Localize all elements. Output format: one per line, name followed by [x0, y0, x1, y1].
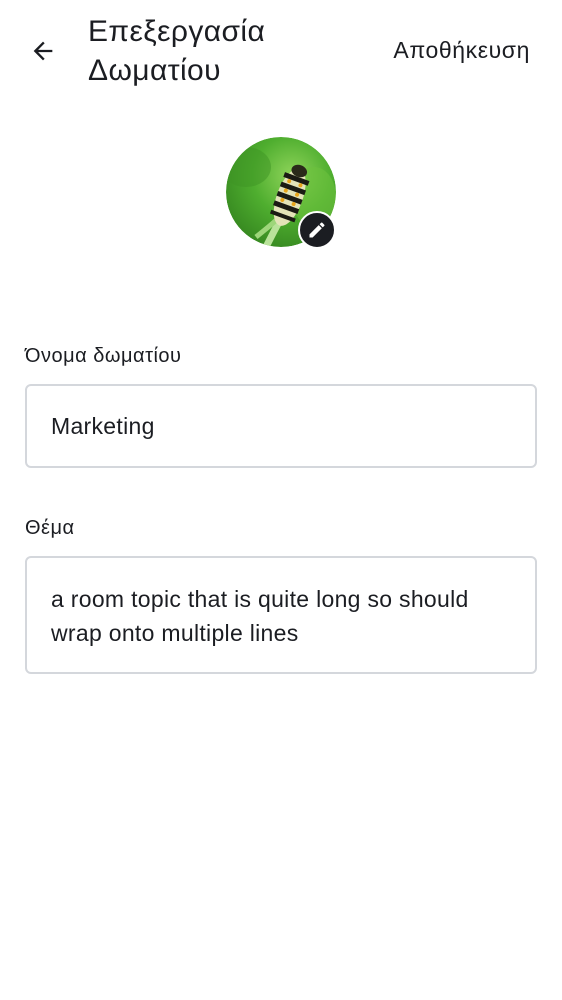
room-topic-label: Θέμα	[25, 517, 75, 539]
pencil-icon	[309, 222, 325, 238]
room-topic-input[interactable]: a room topic that is quite long so shoul…	[25, 556, 537, 674]
arrow-left-icon	[33, 41, 53, 61]
room-avatar[interactable]	[226, 137, 336, 249]
back-button[interactable]	[22, 30, 64, 72]
room-name-label: Όνομα δωματίου	[25, 345, 182, 367]
top-app-bar: Επεξεργασία Δωματίου Αποθήκευση	[0, 0, 562, 100]
room-name-input[interactable]: Marketing	[25, 384, 537, 468]
save-button[interactable]: Αποθήκευση	[393, 34, 530, 66]
page-title: Επεξεργασία Δωματίου	[88, 15, 266, 87]
edit-avatar-button[interactable]	[298, 211, 336, 249]
